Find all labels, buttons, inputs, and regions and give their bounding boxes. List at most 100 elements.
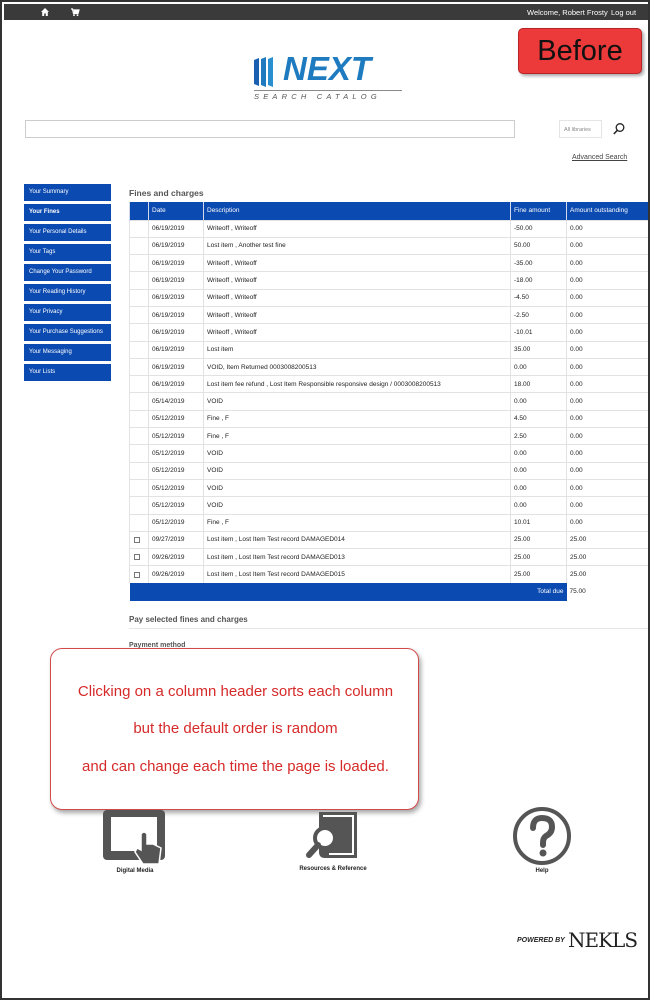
row-checkbox-cell [129, 392, 149, 411]
fine-outstanding: 0.00 [566, 340, 648, 359]
search-icon[interactable] [612, 122, 626, 136]
advanced-search-link[interactable]: Advanced Search [572, 154, 627, 161]
fine-amount: -18.00 [510, 271, 567, 290]
sidebar-item-summary[interactable]: Your Summary [24, 184, 111, 201]
fine-outstanding: 0.00 [566, 444, 648, 463]
fine-row: 05/14/2019 VOID 0.00 0.00 [129, 392, 648, 411]
fine-amount: 0.00 [510, 461, 567, 480]
fine-outstanding: 0.00 [566, 305, 648, 324]
annotation-callout: Clicking on a column header sorts each c… [50, 648, 419, 810]
fine-description: Writeoff , Writeoff [203, 271, 511, 290]
fine-outstanding: 0.00 [566, 236, 648, 255]
fine-amount: -50.00 [510, 219, 567, 238]
fine-row: 06/19/2019 Lost item , Another test fine 5… [129, 236, 648, 255]
fine-date: 05/12/2019 [148, 444, 204, 463]
fine-date: 09/27/2019 [148, 530, 204, 549]
logo-subtitle: SEARCH CATALOG [254, 92, 381, 101]
fine-date: 05/12/2019 [148, 427, 204, 445]
fine-amount: 10.01 [510, 513, 567, 532]
fine-date: 05/14/2019 [148, 392, 204, 411]
library-select[interactable]: All libraries [559, 120, 602, 138]
row-checkbox[interactable] [134, 571, 140, 578]
catalog-logo[interactable]: NEXT SEARCH CATALOG [252, 50, 404, 104]
fine-description: Writeoff , Writeoff [203, 219, 511, 238]
callout-line: and can change each time the page is loa… [82, 758, 389, 775]
fine-date: 06/19/2019 [148, 236, 204, 255]
fine-outstanding: 0.00 [566, 496, 648, 515]
powered-by-logo: POWERED BY NEKLS [517, 928, 638, 952]
fine-row: 06/19/2019 Writeoff , Writeoff -2.50 0.00 [129, 305, 648, 324]
fine-outstanding: 0.00 [566, 357, 648, 376]
fine-row: 06/19/2019 Writeoff , Writeoff -50.00 0.00 [129, 219, 648, 238]
row-checkbox[interactable] [134, 554, 140, 561]
sidebar-item-lists[interactable]: Your Lists [24, 364, 111, 381]
logout-link[interactable]: Log out [611, 8, 636, 17]
fine-description: VOID [203, 478, 511, 497]
sidebar-item-personal-details[interactable]: Your Personal Details [24, 224, 111, 241]
fine-row: 05/12/2019 Fine , F 10.01 0.00 [129, 513, 648, 532]
fine-description: Writeoff , Writeoff [203, 323, 511, 342]
fine-description: Writeoff , Writeoff [203, 305, 511, 324]
column-header-fine-amount[interactable]: Fine amount [510, 202, 567, 220]
fine-date: 06/19/2019 [148, 305, 204, 324]
cart-icon[interactable] [70, 7, 80, 17]
before-badge: Before [518, 28, 642, 74]
fine-row: 05/12/2019 VOID 0.00 0.00 [129, 444, 648, 463]
fine-description: Lost item [203, 340, 511, 359]
fine-row: 09/27/2019 Lost item , Lost Item Test rec… [129, 530, 648, 549]
row-checkbox-cell [129, 565, 149, 584]
digital-media-link[interactable]: Digital Media [100, 808, 170, 874]
help-link[interactable]: Help [510, 806, 574, 874]
fine-amount: 35.00 [510, 340, 567, 359]
row-checkbox-cell [129, 444, 149, 463]
column-header-date[interactable]: Date [148, 202, 204, 220]
sidebar-item-fines[interactable]: Your Fines [24, 204, 111, 221]
fine-row: 05/12/2019 VOID 0.00 0.00 [129, 478, 648, 497]
fine-outstanding: 25.00 [566, 565, 648, 584]
resources-reference-link[interactable]: Resources & Reference [294, 808, 372, 872]
column-header-description[interactable]: Description [203, 202, 511, 220]
fine-outstanding: 25.00 [566, 530, 648, 549]
sidebar-item-reading-history[interactable]: Your Reading History [24, 284, 111, 301]
fine-amount: 25.00 [510, 548, 567, 566]
fine-amount: 50.00 [510, 236, 567, 255]
column-header-select[interactable] [129, 202, 149, 220]
sidebar-item-messaging[interactable]: Your Messaging [24, 344, 111, 361]
magnifier-book-icon [306, 812, 357, 858]
fine-outstanding: 0.00 [566, 288, 648, 307]
fine-date: 09/26/2019 [148, 548, 204, 566]
fine-row: 05/12/2019 Fine , F 2.50 0.00 [129, 427, 648, 445]
question-circle-icon [513, 807, 571, 865]
fine-description: Writeoff , Writeoff [203, 288, 511, 307]
sidebar-item-change-password[interactable]: Change Your Password [24, 264, 111, 281]
fine-description: Lost item , Another test fine [203, 236, 511, 255]
fine-amount: 0.00 [510, 444, 567, 463]
fine-amount: 4.50 [510, 409, 567, 428]
sidebar-item-tags[interactable]: Your Tags [24, 244, 111, 261]
sidebar-item-purchase-suggestions[interactable]: Your Purchase Suggestions [24, 324, 111, 341]
sidebar-item-privacy[interactable]: Your Privacy [24, 304, 111, 321]
home-icon[interactable] [40, 7, 50, 17]
search-input[interactable] [25, 120, 515, 138]
fine-outstanding: 0.00 [566, 409, 648, 428]
book-logo-icon [254, 57, 273, 87]
fine-row: 06/19/2019 Lost item fee refund , Lost It… [129, 375, 648, 393]
total-spacer [129, 583, 149, 601]
fine-amount: -2.50 [510, 305, 567, 324]
fine-row: 05/12/2019 VOID 0.00 0.00 [129, 496, 648, 515]
fine-outstanding: 0.00 [566, 254, 648, 272]
total-label: Total due [510, 583, 567, 601]
row-checkbox-cell [129, 357, 149, 376]
fine-date: 06/19/2019 [148, 219, 204, 238]
fine-description: Lost item , Lost Item Test record DAMAGE… [203, 548, 511, 566]
fine-row: 06/19/2019 Writeoff , Writeoff -10.01 0.00 [129, 323, 648, 342]
total-row: Total due 75.00 [129, 583, 648, 601]
column-header-amount-outstanding[interactable]: Amount outstanding [566, 202, 648, 220]
fine-row: 05/12/2019 Fine , F 4.50 0.00 [129, 409, 648, 428]
powered-by-label: POWERED BY [517, 937, 565, 944]
tablet-touch-icon [103, 810, 165, 865]
fine-date: 06/19/2019 [148, 254, 204, 272]
row-checkbox[interactable] [134, 536, 140, 543]
fine-row: 05/12/2019 VOID 0.00 0.00 [129, 461, 648, 480]
row-checkbox-cell [129, 548, 149, 566]
